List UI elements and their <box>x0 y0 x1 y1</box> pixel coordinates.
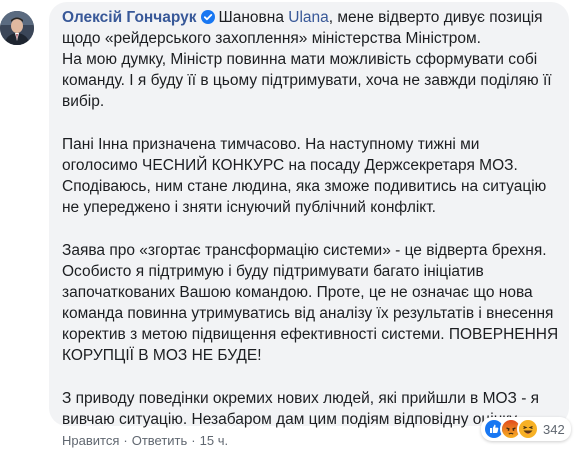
like-link[interactable]: Нравится <box>62 433 119 448</box>
comment-paragraph-1: Олексій Гончарук Шановна Ulana, мене відв… <box>62 7 559 49</box>
timestamp-link[interactable]: 15 ч. <box>200 433 228 448</box>
verified-badge-icon <box>200 9 215 24</box>
mention-link[interactable]: Ulana <box>288 9 329 26</box>
author-name[interactable]: Олексій Гончарук <box>62 9 197 26</box>
haha-icon <box>517 418 539 440</box>
greeting-text: Шановна <box>218 9 284 26</box>
comment-bubble: Олексій Гончарук Шановна Ulana, мене відв… <box>49 2 569 428</box>
comment-paragraph-4: Заява про «згортає трансформацію системи… <box>62 242 559 364</box>
separator-dot: · <box>191 433 196 448</box>
avatar[interactable] <box>0 11 34 45</box>
separator-dot: · <box>123 433 128 448</box>
reactions-count: 342 <box>543 421 565 437</box>
comment-paragraph-3: Пані Інна призначена тимчасово. На насту… <box>62 136 547 216</box>
reactions-summary[interactable]: 342 <box>481 417 571 441</box>
comment-paragraph-2: На мою думку, Міністр повинна мати можли… <box>62 51 552 110</box>
reply-link[interactable]: Ответить <box>132 433 188 448</box>
comment-actions: Нравится · Ответить · 15 ч. <box>62 432 228 450</box>
